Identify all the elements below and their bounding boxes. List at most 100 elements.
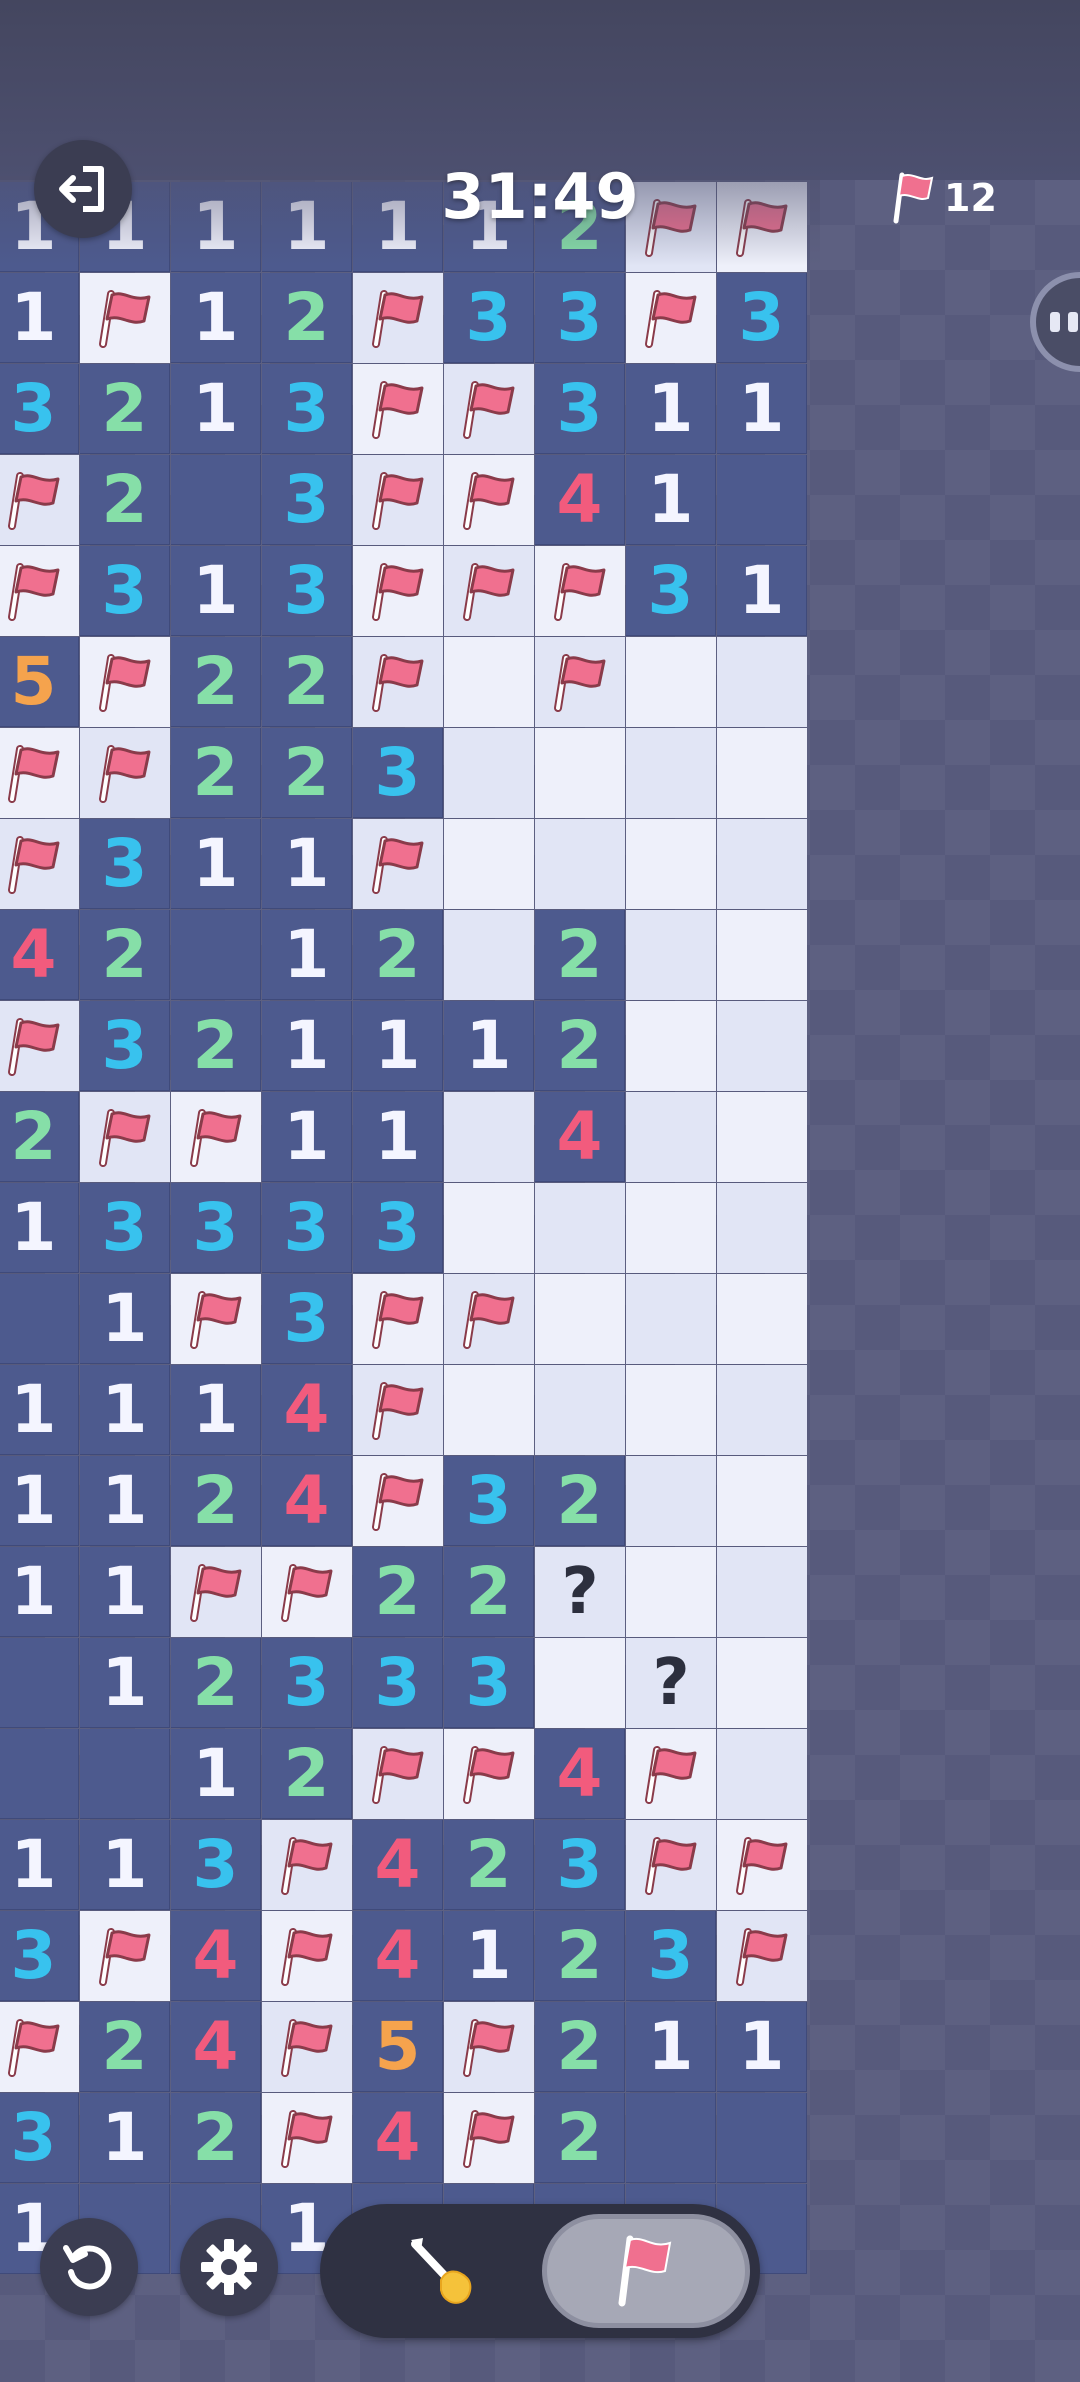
revealed-number-cell[interactable]: 1 <box>444 1911 534 2001</box>
revealed-number-cell[interactable]: 3 <box>262 1183 352 1273</box>
revealed-number-cell[interactable]: 1 <box>171 1729 261 1819</box>
revealed-number-cell[interactable]: 5 <box>0 637 79 727</box>
revealed-number-cell[interactable]: 3 <box>444 1638 534 1728</box>
revealed-number-cell[interactable]: 2 <box>171 1638 261 1728</box>
flagged-cell[interactable] <box>444 2093 534 2183</box>
unrevealed-cell[interactable] <box>444 637 534 727</box>
flagged-cell[interactable] <box>171 1092 261 1182</box>
flagged-cell[interactable] <box>626 1820 716 1910</box>
question-mark-cell[interactable]: ? <box>535 1547 625 1637</box>
flagged-cell[interactable] <box>626 1729 716 1819</box>
flagged-cell[interactable] <box>80 728 170 818</box>
unrevealed-cell[interactable] <box>626 819 716 909</box>
unrevealed-cell[interactable] <box>717 910 807 1000</box>
revealed-number-cell[interactable]: 3 <box>80 546 170 636</box>
revealed-number-cell[interactable]: 3 <box>262 364 352 454</box>
revealed-empty-cell[interactable] <box>0 1274 79 1364</box>
revealed-number-cell[interactable]: 1 <box>262 182 352 272</box>
revealed-number-cell[interactable]: 2 <box>444 1547 534 1637</box>
revealed-number-cell[interactable]: 3 <box>717 273 807 363</box>
unrevealed-cell[interactable] <box>717 1183 807 1273</box>
revealed-number-cell[interactable]: 1 <box>717 2002 807 2092</box>
flagged-cell[interactable] <box>353 364 443 454</box>
revealed-number-cell[interactable]: 4 <box>535 455 625 545</box>
flagged-cell[interactable] <box>80 1911 170 2001</box>
revealed-number-cell[interactable]: 2 <box>535 1456 625 1546</box>
revealed-empty-cell[interactable] <box>717 2093 807 2183</box>
flagged-cell[interactable] <box>353 819 443 909</box>
unrevealed-cell[interactable] <box>535 1638 625 1728</box>
flagged-cell[interactable] <box>444 1274 534 1364</box>
revealed-number-cell[interactable]: 1 <box>80 1365 170 1455</box>
revealed-number-cell[interactable]: 2 <box>353 910 443 1000</box>
revealed-number-cell[interactable]: 2 <box>0 1092 79 1182</box>
unrevealed-cell[interactable] <box>717 728 807 818</box>
revealed-number-cell[interactable]: 1 <box>171 273 261 363</box>
revealed-number-cell[interactable]: 1 <box>80 1547 170 1637</box>
revealed-number-cell[interactable]: 4 <box>353 1820 443 1910</box>
revealed-number-cell[interactable]: 1 <box>262 1092 352 1182</box>
flagged-cell[interactable] <box>262 2093 352 2183</box>
settings-button[interactable] <box>180 2218 278 2316</box>
flagged-cell[interactable] <box>717 1820 807 1910</box>
unrevealed-cell[interactable] <box>717 1274 807 1364</box>
revealed-number-cell[interactable]: 3 <box>262 546 352 636</box>
flagged-cell[interactable] <box>353 455 443 545</box>
unrevealed-cell[interactable] <box>717 1456 807 1546</box>
revealed-number-cell[interactable]: 2 <box>535 1001 625 1091</box>
revealed-number-cell[interactable]: 3 <box>80 819 170 909</box>
undo-button[interactable] <box>40 2218 138 2316</box>
revealed-number-cell[interactable]: 1 <box>717 364 807 454</box>
flagged-cell[interactable] <box>0 455 79 545</box>
revealed-number-cell[interactable]: 2 <box>535 2093 625 2183</box>
unrevealed-cell[interactable] <box>626 1274 716 1364</box>
flagged-cell[interactable] <box>444 364 534 454</box>
revealed-empty-cell[interactable] <box>171 910 261 1000</box>
flagged-cell[interactable] <box>353 1456 443 1546</box>
unrevealed-cell[interactable] <box>717 1638 807 1728</box>
revealed-number-cell[interactable]: 3 <box>626 546 716 636</box>
flagged-cell[interactable] <box>535 637 625 727</box>
unrevealed-cell[interactable] <box>626 1365 716 1455</box>
revealed-number-cell[interactable]: 1 <box>80 1456 170 1546</box>
revealed-number-cell[interactable]: 1 <box>0 1365 79 1455</box>
revealed-number-cell[interactable]: 3 <box>80 1183 170 1273</box>
flagged-cell[interactable] <box>80 273 170 363</box>
flag-mode-button[interactable] <box>542 2214 750 2328</box>
flagged-cell[interactable] <box>444 1729 534 1819</box>
unrevealed-cell[interactable] <box>626 728 716 818</box>
unrevealed-cell[interactable] <box>626 1183 716 1273</box>
revealed-number-cell[interactable]: 3 <box>80 1001 170 1091</box>
unrevealed-cell[interactable] <box>717 637 807 727</box>
unrevealed-cell[interactable] <box>444 1365 534 1455</box>
revealed-number-cell[interactable]: 4 <box>171 1911 261 2001</box>
unrevealed-cell[interactable] <box>535 728 625 818</box>
revealed-number-cell[interactable]: 1 <box>0 1820 79 1910</box>
revealed-empty-cell[interactable] <box>626 2093 716 2183</box>
revealed-number-cell[interactable]: 4 <box>353 2093 443 2183</box>
revealed-number-cell[interactable]: 1 <box>171 364 261 454</box>
revealed-number-cell[interactable]: 2 <box>80 364 170 454</box>
unrevealed-cell[interactable] <box>444 1092 534 1182</box>
unrevealed-cell[interactable] <box>626 1092 716 1182</box>
flagged-cell[interactable] <box>0 728 79 818</box>
revealed-empty-cell[interactable] <box>0 1729 79 1819</box>
unrevealed-cell[interactable] <box>717 1547 807 1637</box>
revealed-number-cell[interactable]: 3 <box>262 1638 352 1728</box>
revealed-number-cell[interactable]: 3 <box>353 1638 443 1728</box>
revealed-number-cell[interactable]: 3 <box>353 1183 443 1273</box>
revealed-number-cell[interactable]: 2 <box>535 2002 625 2092</box>
exit-button[interactable] <box>34 140 132 238</box>
flagged-cell[interactable] <box>444 546 534 636</box>
revealed-number-cell[interactable]: 1 <box>171 819 261 909</box>
revealed-number-cell[interactable]: 3 <box>171 1183 261 1273</box>
unrevealed-cell[interactable] <box>626 1001 716 1091</box>
revealed-number-cell[interactable]: 4 <box>353 1911 443 2001</box>
revealed-number-cell[interactable]: 4 <box>0 910 79 1000</box>
unrevealed-cell[interactable] <box>444 1183 534 1273</box>
revealed-number-cell[interactable]: 4 <box>171 2002 261 2092</box>
revealed-number-cell[interactable]: 3 <box>0 1911 79 2001</box>
revealed-number-cell[interactable]: 2 <box>171 1001 261 1091</box>
revealed-number-cell[interactable]: 1 <box>0 1547 79 1637</box>
unrevealed-cell[interactable] <box>626 1547 716 1637</box>
